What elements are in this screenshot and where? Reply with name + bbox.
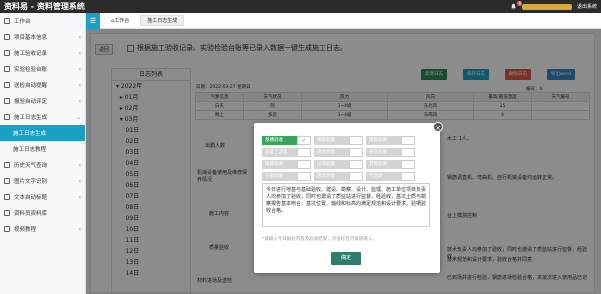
top-bar: 资料易 - 资料管理系统 6 退出系统 (0, 0, 601, 13)
sidebar-subitem-log-tutorial[interactable]: 施工日志教程 (0, 141, 85, 157)
chevron-left-icon: ‹ (78, 177, 81, 185)
chevron-left-icon: ‹ (78, 97, 81, 105)
tab-dashboard[interactable]: ⌂ 工作台 (105, 15, 135, 26)
sidebar-item-acceptance[interactable]: 施工验收记录 ‹ (0, 45, 85, 61)
list-icon (4, 50, 10, 56)
tag-label[interactable]: 分项验收 (314, 160, 349, 169)
tag-label[interactable]: 砌体验收 (314, 148, 349, 157)
tag-label[interactable]: 模板验收 (366, 136, 401, 145)
chevron-down-icon: ⌄ (75, 113, 81, 121)
acceptance-tag[interactable]: 抹灰验收 (366, 148, 415, 157)
sidebar-item-test-ledger[interactable]: 实验检验台账 ‹ (0, 61, 85, 77)
checkbox[interactable] (349, 148, 363, 157)
tag-label[interactable]: 其他验收 (366, 160, 401, 169)
tab-log-generation[interactable]: 施工日志生成 (140, 15, 185, 26)
chevron-left-icon: ‹ (78, 161, 81, 169)
chevron-left-icon: ‹ (78, 81, 81, 89)
sidebar-item-ocr[interactable]: 图片文字识别 ‹ (0, 173, 85, 189)
acceptance-tag[interactable]: 混凝土浇筑 (262, 148, 311, 157)
acceptance-tag[interactable]: 分部验收 (262, 172, 311, 181)
acceptance-tag[interactable]: 隐蔽验收 (262, 160, 311, 169)
acceptance-tag[interactable]: 基槽验收 ✓ (262, 136, 311, 145)
menu-toggle-icon[interactable]: ☰ (86, 12, 100, 29)
checkbox[interactable] (349, 136, 363, 145)
chevron-left-icon: ‹ (78, 33, 81, 41)
sidebar-item-video-tutorial[interactable]: 视频教程 ‹ (0, 221, 85, 237)
close-icon[interactable]: × (433, 122, 443, 132)
acceptance-tag[interactable]: 钢筋验收 (314, 136, 363, 145)
tab-bar: ☰ ⌂ 工作台 施工日志生成 (86, 12, 601, 29)
clock-icon (4, 82, 10, 88)
checkbox[interactable] (297, 172, 311, 181)
notification-badge: 6 (517, 1, 522, 6)
tag-label[interactable]: 无验收 (366, 172, 401, 181)
tag-label[interactable]: 隐蔽验收 (262, 160, 297, 169)
sidebar-item-dashboard[interactable]: 工作台 (0, 13, 85, 29)
tag-label[interactable]: 分部验收 (262, 172, 297, 181)
app-title: 资料易 - 资料管理系统 (4, 2, 85, 11)
ledger-icon (4, 66, 10, 72)
chevron-left-icon: ‹ (78, 65, 81, 73)
calendar-icon (4, 114, 10, 120)
tag-label[interactable]: 混凝土浇筑 (262, 148, 297, 157)
checkbox[interactable] (297, 148, 311, 157)
bell-icon[interactable]: 6 (510, 1, 522, 10)
sidebar: 工作台 项目基本信息 ‹ 施工验收记录 ‹ 实验检验台账 ‹ 送检自动提醒 ‹ 报验自动… (0, 13, 86, 294)
sidebar-item-project-info[interactable]: 项目基本信息 ‹ (0, 29, 85, 45)
acceptance-textarea[interactable]: 今日进行地基与基础验收。建设、勘察、设计、监理、施工单位项目负责人均参加了验收，… (262, 183, 430, 227)
acceptance-tag[interactable]: 回填验收 (314, 172, 363, 181)
acceptance-tag[interactable]: 无验收 (366, 172, 415, 181)
checkbox[interactable] (401, 172, 415, 181)
confirm-button[interactable]: 确定 (331, 252, 361, 265)
checkbox[interactable] (297, 160, 311, 169)
sidebar-item-weather-history[interactable]: 历史天气查询 ‹ (0, 157, 85, 173)
sidebar-item-inspection-reminder[interactable]: 送检自动提醒 ‹ (0, 77, 85, 93)
user-name-redacted[interactable] (521, 3, 572, 10)
home-icon (4, 18, 10, 24)
check-icon (4, 98, 10, 104)
acceptance-tag[interactable]: 其他验收 (366, 160, 415, 169)
chevron-left-icon: ‹ (78, 49, 81, 57)
top-right-area: 6 退出系统 (510, 0, 597, 13)
tag-label[interactable]: 基槽验收 (262, 136, 297, 145)
sidebar-item-log-generation[interactable]: 施工日志生成 ⌄ (0, 109, 85, 125)
text-icon (4, 194, 10, 200)
acceptance-tag[interactable]: 分项验收 (314, 160, 363, 169)
sidebar-subitem-log-generation[interactable]: 施工日志生成 (0, 125, 85, 141)
input-hint: *请输入今日报验内容及验收结果，点击标签可快速输入。 (262, 237, 377, 242)
checkbox[interactable] (401, 136, 415, 145)
tag-label[interactable]: 抹灰验收 (366, 148, 401, 157)
sidebar-item-auto-evaluation[interactable]: 报验自动评定 ‹ (0, 93, 85, 109)
tag-label[interactable]: 钢筋验收 (314, 136, 349, 145)
acceptance-tag[interactable]: 砌体验收 (314, 148, 363, 157)
doc-icon (4, 34, 10, 40)
checkbox[interactable] (401, 160, 415, 169)
logout-link[interactable]: 退出系统 (577, 3, 597, 10)
acceptance-tag[interactable]: 模板验收 (366, 136, 415, 145)
image-icon (4, 178, 10, 184)
chevron-left-icon: ‹ (78, 225, 81, 233)
video-icon (4, 226, 10, 232)
checkmark-icon[interactable]: ✓ (297, 136, 311, 145)
checkbox[interactable] (349, 160, 363, 169)
chevron-left-icon: ‹ (78, 193, 81, 201)
cloud-icon (4, 162, 10, 168)
checkbox[interactable] (349, 172, 363, 181)
plus-icon (4, 210, 10, 216)
sidebar-item-auto-title[interactable]: 文本自动标题 ‹ (0, 189, 85, 205)
checkbox[interactable] (401, 148, 415, 157)
sidebar-item-library[interactable]: 资料员资料库 (0, 205, 85, 221)
tag-label[interactable]: 回填验收 (314, 172, 349, 181)
